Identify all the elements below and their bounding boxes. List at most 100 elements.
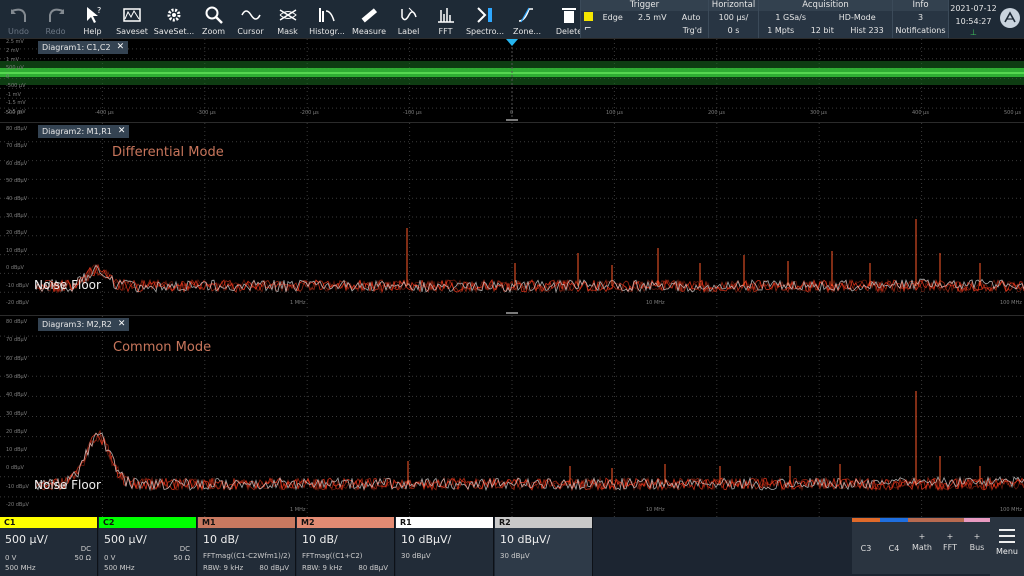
spectrum-trace [35, 434, 1024, 492]
math-m2-rbw: RBW: 9 kHz [302, 564, 343, 572]
mask-label: Mask [277, 27, 298, 36]
add-math-button[interactable]: + Math [908, 518, 936, 574]
mask-button[interactable]: Mask [269, 0, 306, 38]
trigger-position-marker[interactable] [506, 39, 518, 46]
label-button[interactable]: Label [390, 0, 427, 38]
trigger-type: Edge [602, 13, 623, 22]
signal-bar: C1 500 µV/ DC 0 V 50 Ω 500 MHz C2 500 µV/… [0, 517, 1024, 576]
c3-color-strip [852, 518, 880, 522]
math-m1-tile[interactable]: M1 10 dB/ FFTmag((C1-C2Wfm1)/2) RBW: 9 k… [198, 517, 296, 576]
fft-button[interactable]: FFT [427, 0, 464, 38]
y-tick-label: 80 dBµV [6, 126, 28, 132]
x-tick-label: -400 µs [95, 110, 114, 116]
x-tick-label: 100 MHz [1000, 300, 1022, 306]
info-panel[interactable]: Info 3 Notifications [892, 0, 948, 38]
x-tick-label: 100 MHz [1000, 507, 1022, 513]
channel-c1-coupling: DC [80, 545, 91, 553]
y-tick-label: 2.5 mV [6, 39, 24, 45]
add-c4-button[interactable]: C4 [880, 518, 908, 574]
y-tick-label: 20 dBµV [6, 428, 28, 435]
add-fft-plus-icon: + [946, 532, 954, 541]
diagram2-tab[interactable]: Diagram2: M1,R1 ✕ [38, 125, 130, 138]
diagram2-panel[interactable]: Diagram2: M1,R1 ✕ Differential Mode Nois… [0, 122, 1024, 314]
y-tick-label: 70 dBµV [6, 337, 28, 344]
zoom-label: Zoom [201, 27, 226, 36]
saveset-icon [123, 8, 141, 22]
zone-trigger-label: Zone... [513, 27, 541, 36]
add-bus-label: Bus [969, 543, 985, 552]
help-button[interactable]: ? Help [74, 0, 111, 38]
y-tick-label: -10 dBµV [6, 483, 29, 490]
add-c3-button[interactable]: C3 [852, 518, 880, 574]
y-tick-label: 40 dBµV [6, 195, 28, 202]
diagram3-title: Diagram3: M2,R2 [42, 320, 112, 329]
add-fft-label: FFT [943, 543, 957, 552]
trigger-state: Trg'd [682, 26, 702, 35]
y-tick-label: -10 dBµV [6, 282, 29, 289]
histogram-button[interactable]: Histogr... [306, 0, 348, 38]
math-m2-name: M2 [297, 517, 394, 528]
close-icon[interactable]: ✕ [118, 125, 126, 138]
x-tick-label: -500 µs [4, 110, 23, 116]
y-tick-label: 500 µV [6, 65, 24, 72]
redo-button[interactable]: Redo [37, 0, 74, 38]
y-tick-label: 80 dBµV [6, 319, 28, 325]
channel-c1-tile[interactable]: C1 500 µV/ DC 0 V 50 Ω 500 MHz [0, 517, 98, 576]
spectrogram-button[interactable]: Spectro... [464, 0, 506, 38]
svg-text:?: ? [97, 6, 101, 15]
fft-color-strip [936, 518, 964, 522]
bus-color-strip [964, 518, 990, 522]
channel-c1-bandwidth: 500 MHz [5, 564, 36, 572]
diagram3-panel[interactable]: Diagram3: M2,R2 ✕ Common Mode Noise Floo… [0, 315, 1024, 517]
saveset-config-button[interactable]: SaveSet... [153, 0, 195, 38]
trigger-mode: Auto [681, 13, 701, 22]
x-tick-label: 300 µs [810, 110, 827, 116]
math-m2-tile[interactable]: M2 10 dB/ FFTmag((C1+C2) RBW: 9 kHz 80 dB… [297, 517, 395, 576]
trigger-panel[interactable]: Trigger ⌐ Edge 2.5 mV Auto Trg'd [580, 0, 708, 38]
zoom-button[interactable]: Zoom [195, 0, 232, 38]
trigger-title: Trigger [581, 0, 708, 11]
y-tick-label: 40 dBµV [6, 392, 28, 399]
channel-c2-tile[interactable]: C2 500 µV/ DC 0 V 50 Ω 500 MHz [99, 517, 197, 576]
diagram2-title: Diagram2: M1,R1 [42, 127, 112, 136]
diagram1-tab[interactable]: Diagram1: C1,C2 ✕ [38, 41, 129, 54]
diagram1-panel[interactable]: Diagram1: C1,C2 ✕ 2.5 mV 2 mV 1 mV 500 µV 0 -… [0, 38, 1024, 121]
info-title: Info [893, 0, 948, 11]
x-tick-label: 100 µs [606, 110, 623, 116]
delete-label: Delete [555, 27, 583, 36]
menu-button[interactable]: Menu [990, 517, 1024, 576]
fft-label: FFT [438, 27, 453, 36]
trigger-level: 2.5 mV [638, 13, 667, 22]
add-bus-button[interactable]: + Bus [964, 518, 990, 574]
close-icon[interactable]: ✕ [117, 41, 125, 54]
horizontal-panel[interactable]: Horizontal 100 µs/ 0 s [708, 0, 758, 38]
menu-label: Menu [996, 547, 1018, 556]
diagram3-noise-floor-label: Noise Floor [34, 478, 101, 492]
diagram-splitter-1[interactable] [506, 119, 518, 121]
close-icon[interactable]: ✕ [118, 318, 126, 331]
horizontal-position: 0 s [727, 26, 740, 35]
mask-icon [279, 9, 297, 21]
acquisition-panel[interactable]: Acquisition 1 GSa/s HD-Mode 1 Mpts 12 bi… [758, 0, 892, 38]
redo-label: Redo [45, 27, 66, 36]
y-tick-label: -1 mV [6, 91, 21, 98]
saveset-label: Saveset [116, 27, 148, 36]
add-fft-button[interactable]: + FFT [936, 518, 964, 574]
reference-r2-name: R2 [495, 517, 592, 528]
y-tick-label: 50 dBµV [6, 178, 28, 185]
undo-button[interactable]: Undo [0, 0, 37, 38]
diagram-splitter-2[interactable] [506, 312, 518, 314]
measure-button[interactable]: Measure [348, 0, 390, 38]
saveset-button[interactable]: Saveset [111, 0, 153, 38]
cursor-button[interactable]: Cursor [232, 0, 269, 38]
y-tick-label: 50 dBµV [6, 373, 28, 380]
reference-r1-tile[interactable]: R1 10 dBµV/ 30 dBµV [396, 517, 494, 576]
network-icon: ⊥ [970, 28, 977, 37]
y-tick-label: 1 mV [6, 56, 20, 63]
diagram1-plot[interactable] [0, 39, 1024, 118]
zone-trigger-button[interactable]: Zone... [506, 0, 548, 38]
histogram-icon [319, 8, 335, 22]
diagram3-tab[interactable]: Diagram3: M2,R2 ✕ [38, 318, 130, 331]
reference-r2-tile[interactable]: R2 10 dBµV/ 30 dBµV [495, 517, 593, 576]
x-tick-label: 0 [510, 110, 514, 116]
